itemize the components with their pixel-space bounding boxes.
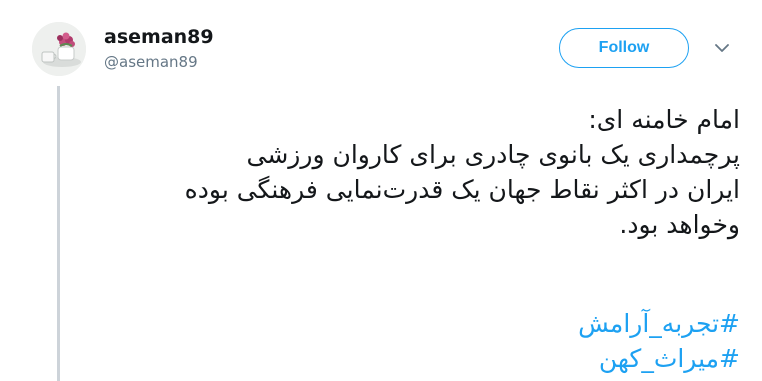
tweet-text: امام خامنه ای: پرچمداری یک بانوی چادری ب… xyxy=(104,102,740,242)
follow-button[interactable]: Follow xyxy=(559,28,689,68)
chevron-down-icon xyxy=(715,43,729,52)
hashtag-link[interactable]: #میراث_کهن xyxy=(104,341,740,376)
avatar-image xyxy=(32,22,86,76)
tweet-line: ایران در اکثر نقاط جهان یک قدرت‌نمایی فر… xyxy=(184,175,740,204)
avatar[interactable] xyxy=(32,22,86,76)
tweet-line: وخواهد بود. xyxy=(619,210,740,239)
more-options-caret[interactable] xyxy=(710,38,734,58)
hashtag-list: #تجربه_آرامش #میراث_کهن xyxy=(104,306,740,376)
user-handle[interactable]: @aseman89 xyxy=(104,53,198,71)
thread-line xyxy=(57,86,60,381)
tweet-line: پرچمداری یک بانوی چادری برای کاروان ورزش… xyxy=(246,140,740,169)
tweet-line: امام خامنه ای: xyxy=(588,105,740,134)
user-display-name[interactable]: aseman89 xyxy=(104,26,214,48)
hashtag-link[interactable]: #تجربه_آرامش xyxy=(104,306,740,341)
